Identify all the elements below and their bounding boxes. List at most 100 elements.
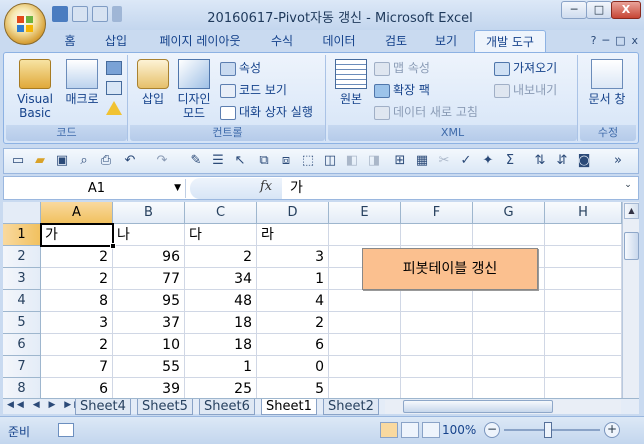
order-icon[interactable]: ◨ (366, 153, 382, 169)
grid-cell[interactable]: 4 (257, 290, 329, 312)
grid-cell[interactable] (329, 290, 401, 312)
sheet-tab[interactable]: Sheet6 (199, 399, 255, 415)
column-header[interactable]: D (257, 202, 329, 224)
row-header[interactable]: 6 (3, 334, 41, 356)
grid-cell[interactable] (473, 356, 545, 378)
grid-cell[interactable] (545, 246, 622, 268)
sheet-tab[interactable]: Sheet5 (137, 399, 193, 415)
qat-customize-icon[interactable] (112, 6, 122, 22)
grid-cell[interactable]: 5 (257, 378, 329, 398)
redo-toolbar-icon[interactable]: ↷ (154, 153, 170, 169)
zoom-in-button[interactable]: + (604, 422, 620, 438)
row-header[interactable]: 3 (3, 268, 41, 290)
column-header[interactable]: E (329, 202, 401, 224)
visual-basic-button[interactable]: Visual Basic (10, 59, 60, 120)
grid-cell[interactable]: 3 (41, 312, 113, 334)
grid-cell[interactable] (545, 290, 622, 312)
sheet-nav-arrows-icon[interactable]: ◀◀ ◀ ▶ ▶▶ (7, 400, 84, 410)
grid-cell[interactable] (545, 224, 622, 246)
normal-view-icon[interactable] (380, 422, 398, 438)
properties-button[interactable]: 속성 (220, 59, 261, 77)
grid-cell[interactable] (545, 356, 622, 378)
grid-cell[interactable]: 2 (41, 334, 113, 356)
bring-front-icon[interactable]: ◫ (322, 153, 338, 169)
grid-icon[interactable]: ▦ (414, 153, 430, 169)
grid-cell[interactable]: 25 (185, 378, 257, 398)
grid-cell[interactable]: 48 (185, 290, 257, 312)
grid-cell[interactable]: 77 (113, 268, 185, 290)
column-header[interactable]: H (545, 202, 622, 224)
grid-cell[interactable]: 8 (41, 290, 113, 312)
maximize-button[interactable]: □ (586, 1, 612, 19)
sort-asc-icon[interactable]: ⇅ (532, 153, 548, 169)
grid-cell[interactable]: 96 (113, 246, 185, 268)
minimize-button[interactable]: ─ (561, 1, 587, 19)
ribbon-minimize-icon[interactable]: ─ (602, 34, 609, 47)
grid-cell[interactable] (401, 378, 473, 398)
group-icon[interactable]: ⧉ (256, 153, 272, 169)
document-panel-button[interactable]: 문서 창 (584, 59, 630, 106)
relative-reference-icon[interactable] (106, 81, 122, 95)
sheet-tab[interactable]: Sheet2 (323, 399, 379, 415)
grid-cell[interactable] (473, 378, 545, 398)
tab-home[interactable]: 홈 (54, 30, 86, 52)
autosum-icon[interactable]: Σ (502, 153, 518, 169)
borders-icon[interactable]: ⊞ (392, 153, 408, 169)
macro-button[interactable]: 매크로 (62, 59, 102, 106)
cut-icon[interactable]: ✂ (436, 153, 452, 169)
grid-cell[interactable]: 6 (257, 334, 329, 356)
sheet-tab[interactable]: Sheet4 (75, 399, 131, 415)
column-header[interactable]: C (185, 202, 257, 224)
grid-cell[interactable] (401, 290, 473, 312)
select-pointer-icon[interactable]: ↖ (232, 153, 248, 169)
grid-cell[interactable] (545, 378, 622, 398)
grid-cell[interactable]: 37 (113, 312, 185, 334)
tab-review[interactable]: 검토 (374, 30, 418, 52)
sheet-tab[interactable]: Sheet1 (261, 399, 317, 415)
horizontal-scroll-thumb[interactable] (403, 400, 553, 413)
grid-cell[interactable]: 2 (41, 246, 113, 268)
grid-cell[interactable]: 7 (41, 356, 113, 378)
ungroup-icon[interactable]: ⧈ (278, 153, 294, 169)
name-box[interactable]: A1 ▼ (8, 179, 186, 198)
print-preview-icon[interactable]: ⌕ (76, 153, 92, 169)
grid-cell[interactable] (473, 312, 545, 334)
horizontal-scrollbar[interactable] (385, 400, 621, 414)
record-macro-icon[interactable] (106, 61, 122, 75)
undo-icon[interactable] (72, 6, 88, 22)
tab-view[interactable]: 보기 (424, 30, 468, 52)
grid-cell[interactable]: 6 (41, 378, 113, 398)
grid-cell[interactable]: 95 (113, 290, 185, 312)
select-all-corner[interactable] (3, 202, 41, 224)
grid-cell[interactable]: 1 (185, 356, 257, 378)
vertical-scroll-thumb[interactable] (624, 232, 639, 260)
zoom-slider-thumb[interactable] (544, 422, 552, 438)
ribbon-close-icon[interactable]: x (631, 34, 638, 47)
camera-icon[interactable]: ◙ (576, 153, 592, 169)
tab-insert[interactable]: 삽입 (96, 30, 136, 52)
grid-cell[interactable] (329, 312, 401, 334)
grid-cell[interactable] (473, 224, 545, 246)
import-button[interactable]: 가져오기 (494, 59, 557, 77)
grid-cell[interactable]: 나 (113, 224, 185, 246)
page-break-view-icon[interactable] (422, 422, 440, 438)
close-button[interactable]: X (611, 1, 641, 19)
grid-cell[interactable] (473, 290, 545, 312)
row-header[interactable]: 2 (3, 246, 41, 268)
insert-function-button[interactable]: fx (260, 179, 272, 194)
grid-cell[interactable]: 18 (185, 312, 257, 334)
row-header[interactable]: 7 (3, 356, 41, 378)
expand-formula-icon[interactable]: ⌄ (621, 180, 635, 196)
column-header[interactable]: B (113, 202, 185, 224)
save-file-icon[interactable]: ▣ (54, 153, 70, 169)
zoom-slider[interactable] (504, 429, 600, 431)
grid-cell[interactable]: 라 (257, 224, 329, 246)
row-header[interactable]: 5 (3, 312, 41, 334)
ribbon-restore-icon[interactable]: □ (615, 34, 625, 47)
check-icon[interactable]: ✓ (458, 153, 474, 169)
open-folder-icon[interactable]: ▰ (32, 153, 48, 169)
grid-cell[interactable] (545, 334, 622, 356)
align-icon[interactable]: ⬚ (300, 153, 316, 169)
tab-page-layout[interactable]: 페이지 레이아웃 (148, 30, 252, 52)
grid-cell[interactable]: 18 (185, 334, 257, 356)
